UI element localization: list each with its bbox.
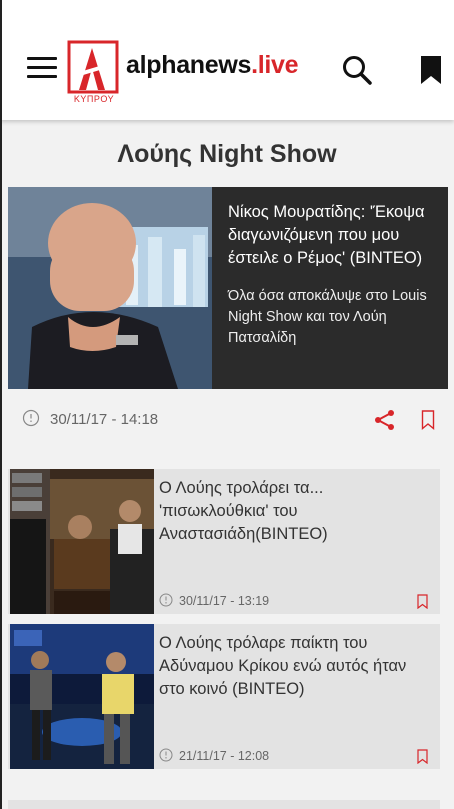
article-title[interactable]: Ο Λούης τρολάρει τα... 'πισωκλούθκια' το… [159, 477, 434, 546]
clock-icon [159, 593, 173, 607]
search-icon[interactable] [341, 54, 373, 86]
window-edge [0, 0, 2, 809]
article-title[interactable]: Ο Λούης τρόλαρε παίκτη του Αδύναμου Κρίκ… [159, 632, 434, 701]
bookmark-outline-icon[interactable] [421, 410, 435, 430]
share-icon[interactable] [374, 409, 396, 431]
hamburger-menu-icon[interactable] [27, 57, 57, 81]
article-card[interactable]: Ο Λούης τρολάρει τα... 'πισωκλούθκια' το… [8, 469, 440, 614]
article-thumbnail [10, 624, 154, 769]
article-card[interactable]: Ο Λούης τρόλαρε παίκτη του Αδύναμου Κρίκ… [8, 624, 440, 769]
brand-name-suffix: .live [251, 51, 299, 79]
bookmark-outline-icon[interactable] [417, 594, 428, 609]
section-title: Λούης Night Show [117, 140, 337, 168]
bookmark-outline-icon[interactable] [417, 749, 428, 764]
featured-article[interactable]: Νίκος Μουρατίδης: 'Έκοψα διαγωνιζόμενη π… [8, 187, 448, 389]
brand-region-label: ΚΥΠΡΟΥ [73, 94, 115, 104]
featured-article-meta: 30/11/17 - 14:18 [8, 405, 448, 435]
featured-article-title[interactable]: Νίκος Μουρατίδης: 'Έκοψα διαγωνιζόμενη π… [228, 201, 438, 270]
brand-name-main: alphanews [126, 51, 252, 79]
article-card-partial[interactable] [8, 800, 440, 809]
featured-article-text: Νίκος Μουρατίδης: 'Έκοψα διαγωνιζόμενη π… [228, 201, 438, 349]
featured-article-image [8, 187, 212, 389]
article-date: 30/11/17 - 13:19 [179, 594, 270, 608]
app-header: ΚΥΠΡΟΥ alphanews.live [0, 0, 454, 120]
featured-article-subtitle: Όλα όσα αποκάλυψε στο Louis Night Show κ… [228, 288, 427, 346]
article-thumbnail [10, 469, 154, 614]
article-date: 21/11/17 - 12:08 [179, 749, 270, 763]
clock-icon [159, 748, 173, 762]
bookmark-icon[interactable] [419, 55, 443, 85]
featured-article-date: 30/11/17 - 14:18 [50, 411, 159, 428]
brand-name[interactable]: alphanews.live [126, 51, 299, 80]
clock-icon [22, 409, 40, 427]
